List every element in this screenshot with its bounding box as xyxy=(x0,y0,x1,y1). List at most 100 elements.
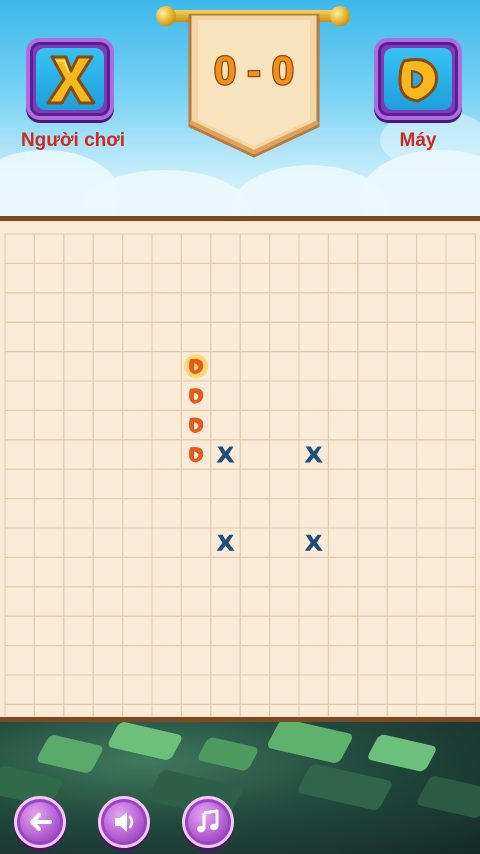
board-cell[interactable] xyxy=(63,468,94,500)
board-cell[interactable] xyxy=(122,556,153,588)
board-cell[interactable] xyxy=(445,703,476,716)
music-button[interactable] xyxy=(182,796,234,848)
board-cell[interactable] xyxy=(180,321,212,353)
board-cell[interactable] xyxy=(357,233,388,264)
board-cell[interactable] xyxy=(92,321,124,353)
board-cell[interactable] xyxy=(4,498,35,529)
board-cell[interactable] xyxy=(33,292,65,323)
board-cell[interactable] xyxy=(416,498,447,529)
board-cell[interactable] xyxy=(445,645,476,676)
board-cell[interactable] xyxy=(63,615,94,647)
board-cell[interactable] xyxy=(445,498,476,529)
board-cell[interactable] xyxy=(357,527,388,558)
game-board[interactable] xyxy=(0,222,480,716)
board-cell[interactable] xyxy=(416,703,447,716)
board-cell[interactable] xyxy=(445,292,476,323)
board-cell[interactable] xyxy=(151,586,182,617)
board-cell[interactable] xyxy=(122,439,153,470)
board-cell[interactable] xyxy=(180,262,212,294)
board-cell[interactable] xyxy=(92,703,124,716)
board-cell[interactable] xyxy=(151,262,182,294)
board-cell[interactable] xyxy=(4,674,35,705)
board-cell[interactable] xyxy=(151,233,182,264)
board-cell[interactable] xyxy=(151,527,182,558)
board-cell[interactable] xyxy=(63,498,94,529)
board-cell[interactable] xyxy=(122,380,153,411)
board-cell[interactable] xyxy=(122,615,153,647)
board-cell[interactable] xyxy=(122,645,153,676)
board-cell[interactable] xyxy=(63,233,94,264)
board-cell[interactable] xyxy=(416,674,447,705)
board-cell[interactable] xyxy=(416,351,447,382)
board-cell[interactable] xyxy=(122,703,153,716)
board-cell[interactable] xyxy=(386,615,418,647)
board-cell[interactable] xyxy=(386,527,418,558)
board-cell[interactable] xyxy=(327,262,359,294)
board-cell[interactable] xyxy=(63,262,94,294)
board-cell[interactable] xyxy=(298,351,329,382)
board-cell[interactable] xyxy=(151,380,182,411)
board-cell[interactable] xyxy=(416,556,447,588)
board-cell[interactable] xyxy=(151,645,182,676)
board-cell[interactable] xyxy=(357,409,388,441)
board-cell[interactable] xyxy=(63,674,94,705)
board-cell[interactable] xyxy=(298,380,329,411)
board-cell[interactable] xyxy=(33,321,65,353)
board-cell[interactable] xyxy=(416,233,447,264)
board-cell[interactable] xyxy=(210,409,241,441)
board-cell[interactable] xyxy=(327,351,359,382)
board-cell[interactable] xyxy=(180,674,212,705)
board-cell[interactable] xyxy=(298,233,329,264)
board-cell[interactable] xyxy=(92,351,124,382)
board-cell[interactable] xyxy=(239,351,271,382)
board-cell[interactable] xyxy=(239,645,271,676)
board-cell[interactable] xyxy=(151,615,182,647)
board-cell[interactable] xyxy=(180,233,212,264)
board-cell[interactable] xyxy=(122,409,153,441)
board-cell[interactable] xyxy=(33,586,65,617)
board-cell[interactable] xyxy=(239,468,271,500)
board-cell[interactable] xyxy=(210,233,241,264)
board-cell[interactable] xyxy=(386,645,418,676)
board-cell[interactable] xyxy=(445,674,476,705)
board-cell[interactable] xyxy=(4,468,35,500)
board-cell[interactable] xyxy=(386,351,418,382)
board-cell[interactable] xyxy=(298,703,329,716)
board-cell[interactable] xyxy=(269,468,300,500)
board-cell[interactable] xyxy=(92,645,124,676)
board-cell[interactable] xyxy=(445,262,476,294)
board-cell[interactable] xyxy=(4,556,35,588)
board-cell[interactable] xyxy=(4,615,35,647)
board-cell[interactable] xyxy=(357,586,388,617)
board-cell[interactable] xyxy=(239,586,271,617)
board-cell[interactable] xyxy=(210,292,241,323)
board-cell[interactable] xyxy=(63,556,94,588)
board-cell[interactable] xyxy=(269,498,300,529)
board-cell[interactable] xyxy=(4,262,35,294)
board-cell[interactable] xyxy=(386,498,418,529)
board-cell[interactable] xyxy=(92,439,124,470)
board-cell[interactable] xyxy=(269,351,300,382)
board-cell[interactable] xyxy=(239,527,271,558)
board-cell[interactable] xyxy=(122,233,153,264)
board-cell[interactable] xyxy=(92,674,124,705)
board-cell[interactable] xyxy=(269,527,300,558)
sound-button[interactable] xyxy=(98,796,150,848)
board-cell[interactable] xyxy=(357,645,388,676)
board-cell[interactable] xyxy=(210,351,241,382)
board-cell[interactable] xyxy=(63,586,94,617)
board-cell[interactable] xyxy=(298,645,329,676)
board-cell[interactable] xyxy=(386,703,418,716)
board-cell[interactable] xyxy=(386,674,418,705)
board-cell[interactable] xyxy=(327,556,359,588)
board-cell[interactable] xyxy=(151,674,182,705)
board-cell[interactable] xyxy=(386,233,418,264)
board-cell[interactable] xyxy=(33,380,65,411)
board-cell[interactable] xyxy=(210,586,241,617)
board-cell[interactable] xyxy=(180,409,212,441)
board-cell[interactable] xyxy=(298,468,329,500)
board-cell[interactable] xyxy=(4,409,35,441)
board-cell[interactable] xyxy=(327,468,359,500)
board-cell[interactable] xyxy=(180,586,212,617)
board-cell[interactable] xyxy=(92,498,124,529)
